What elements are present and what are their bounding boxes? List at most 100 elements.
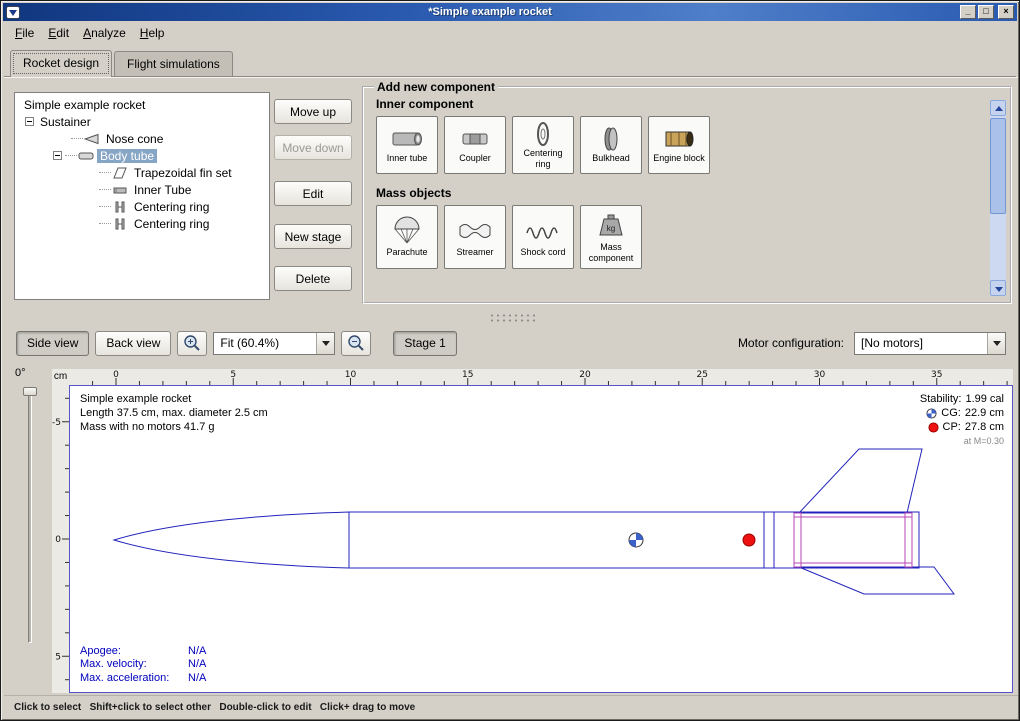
centering-ring-icon (112, 201, 128, 213)
add-inner-tube-button[interactable]: Inner tube (376, 116, 438, 174)
max-velocity-value: N/A (188, 658, 206, 672)
zoom-in-button[interactable] (177, 331, 207, 356)
side-view-button[interactable]: Side view (16, 331, 89, 356)
tree-item-centering-ring-1[interactable]: Centering ring (15, 198, 269, 215)
close-button[interactable]: × (998, 5, 1014, 19)
mass-component-icon: kg (591, 211, 631, 241)
shock-cord-icon (523, 216, 563, 246)
titlebar[interactable]: *Simple example rocket _ □ × (3, 3, 1017, 21)
svg-text:kg: kg (607, 224, 615, 233)
zoom-level-select[interactable]: Fit (60.4%) (213, 332, 335, 355)
ruler-unit-label: cm (52, 369, 69, 385)
cg-legend-icon (926, 408, 937, 419)
svg-text:30: 30 (814, 370, 826, 380)
fin-set-icon (112, 167, 128, 179)
add-bulkhead-button[interactable]: Bulkhead (580, 116, 642, 174)
tree-item-label: Sustainer (37, 115, 94, 129)
splitter-handle-icon[interactable] (489, 313, 535, 322)
add-shock-cord-button[interactable]: Shock cord (512, 205, 574, 269)
cp-label: CP: (943, 420, 961, 434)
tree-item-label: Nose cone (103, 132, 166, 146)
add-centering-ring-button[interactable]: Centering ring (512, 116, 574, 174)
tab-rocket-design[interactable]: Rocket design (10, 50, 112, 77)
add-streamer-button[interactable]: Streamer (444, 205, 506, 269)
collapse-expander-icon[interactable] (25, 117, 34, 126)
cp-legend-icon (928, 422, 939, 433)
svg-text:35: 35 (931, 370, 942, 380)
component-tree[interactable]: Simple example rocket Sustainer Nose con… (14, 92, 270, 300)
edit-component-button[interactable]: Edit (274, 181, 352, 206)
collapse-expander-icon[interactable] (53, 151, 62, 160)
svg-text:0: 0 (113, 370, 119, 380)
zoom-in-icon (182, 333, 202, 353)
svg-text:25: 25 (697, 370, 708, 380)
menu-analyze[interactable]: Analyze (76, 23, 133, 43)
rocket-name: Simple example rocket (80, 392, 268, 406)
delete-component-button[interactable]: Delete (274, 266, 352, 291)
maximize-button[interactable]: □ (978, 5, 994, 19)
cg-marker-icon (629, 533, 643, 547)
zoom-out-button[interactable] (341, 331, 371, 356)
tree-item-nose-cone[interactable]: Nose cone (15, 130, 269, 147)
menu-file[interactable]: File (8, 23, 41, 43)
tree-item-inner-tube[interactable]: Inner Tube (15, 181, 269, 198)
tree-item-fin-set[interactable]: Trapezoidal fin set (15, 164, 269, 181)
motor-configuration-select[interactable]: [No motors] (854, 332, 1006, 355)
stability-label: Stability: (920, 392, 962, 406)
fin-top-shape (799, 449, 922, 513)
add-mass-component-button[interactable]: kg Mass component (580, 205, 642, 269)
component-panel-scrollbar[interactable] (990, 100, 1006, 296)
minimize-button[interactable]: _ (960, 5, 976, 19)
scroll-down-icon[interactable] (990, 280, 1006, 296)
chevron-down-icon[interactable] (316, 333, 334, 354)
max-acceleration-label: Max. acceleration: (80, 672, 188, 686)
rotation-slider[interactable] (20, 387, 40, 665)
centering-ring-icon (112, 218, 128, 230)
tree-item-rocket[interactable]: Simple example rocket (15, 96, 269, 113)
rotation-slider-handle[interactable] (23, 387, 37, 396)
stability-info: Stability: 1.99 cal CG: 22.9 cm (920, 392, 1004, 448)
move-up-button[interactable]: Move up (274, 99, 352, 124)
max-velocity-label: Max. velocity: (80, 658, 188, 672)
move-down-button[interactable]: Move down (274, 135, 352, 160)
rocket-drawing[interactable] (114, 449, 954, 594)
svg-text:0: 0 (55, 535, 61, 545)
add-parachute-button[interactable]: Parachute (376, 205, 438, 269)
cg-value: 22.9 cm (965, 406, 1004, 420)
panel-splitter[interactable] (4, 309, 1018, 325)
menu-edit[interactable]: Edit (41, 23, 76, 43)
statusbar: Click to select Shift+click to select ot… (4, 695, 1018, 719)
centering-ring-icon (523, 121, 563, 147)
tree-item-label: Centering ring (131, 217, 212, 231)
stage-1-toggle[interactable]: Stage 1 (393, 331, 456, 356)
max-acceleration-value: N/A (188, 672, 206, 686)
inner-component-label: Inner component (376, 97, 984, 111)
back-view-button[interactable]: Back view (95, 331, 171, 356)
tab-flight-simulations[interactable]: Flight simulations (114, 51, 233, 76)
add-engine-block-button[interactable]: Engine block (648, 116, 710, 174)
engine-block-icon (659, 126, 699, 152)
new-stage-button[interactable]: New stage (274, 224, 352, 249)
tree-connector (99, 206, 111, 207)
rocket-diagram-area: 0° cm 05101520253035 -505 (4, 361, 1018, 695)
tree-item-body-tube[interactable]: Body tube (15, 147, 269, 164)
view-toolbar: Side view Back view Fit (60.4%) Stage 1 … (4, 325, 1018, 361)
scrollbar-thumb[interactable] (990, 118, 1006, 214)
app-window: *Simple example rocket _ □ × File Edit A… (0, 0, 1020, 721)
scroll-up-icon[interactable] (990, 100, 1006, 116)
svg-text:10: 10 (345, 370, 357, 380)
inner-tube-shape (794, 517, 912, 563)
fin-bottom-shape (799, 567, 954, 594)
add-component-title: Add new component (374, 80, 498, 94)
tree-item-sustainer[interactable]: Sustainer (15, 113, 269, 130)
menubar: File Edit Analyze Help (4, 22, 1016, 44)
mouse-hints: Click to select Shift+click to select ot… (14, 702, 415, 713)
rocket-canvas[interactable]: Simple example rocket Length 37.5 cm, ma… (69, 385, 1013, 693)
rotation-slider-track (28, 391, 32, 643)
menu-help[interactable]: Help (133, 23, 172, 43)
chevron-down-icon[interactable] (987, 333, 1005, 354)
add-coupler-button[interactable]: Coupler (444, 116, 506, 174)
stability-value: 1.99 cal (965, 392, 1004, 406)
tree-item-label: Trapezoidal fin set (131, 166, 235, 180)
tree-item-centering-ring-2[interactable]: Centering ring (15, 215, 269, 232)
